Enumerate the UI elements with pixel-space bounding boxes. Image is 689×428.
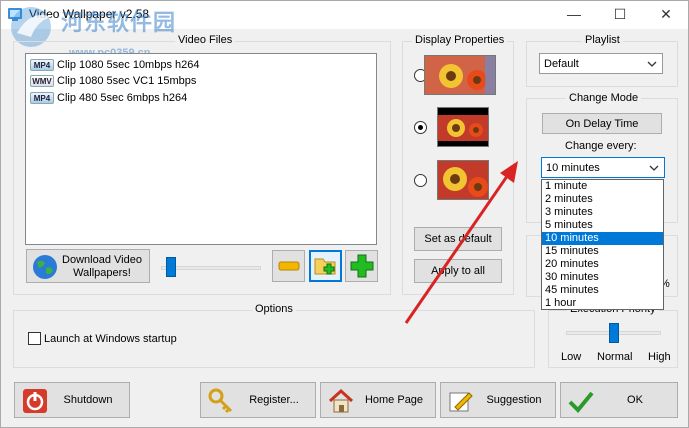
playlist-select[interactable]: Default — [539, 53, 663, 74]
dropdown-option[interactable]: 3 minutes — [542, 206, 663, 219]
change-every-value: 10 minutes — [546, 161, 600, 174]
video-file-list[interactable]: MP4 Clip 1080 5sec 10mbps h264 WMV Clip … — [25, 53, 377, 245]
dropdown-option[interactable]: 45 minutes — [542, 284, 663, 297]
dropdown-option[interactable]: 2 minutes — [542, 193, 663, 206]
suggestion-button[interactable]: Suggestion — [440, 382, 556, 418]
ok-button[interactable]: OK — [560, 382, 678, 418]
remove-file-button[interactable] — [272, 250, 305, 282]
file-name: Clip 1080 5sec VC1 15mbps — [57, 75, 197, 87]
close-button[interactable]: ✕ — [643, 1, 689, 29]
display-fit-thumbnail[interactable] — [437, 107, 489, 147]
key-icon — [208, 388, 233, 414]
list-item[interactable]: MP4 Clip 480 5sec 6mbps h264 — [30, 90, 187, 106]
annotation-arrow-icon — [404, 161, 518, 324]
change-mode-title: Change Mode — [566, 92, 642, 104]
dropdown-option[interactable]: 5 minutes — [542, 219, 663, 232]
chevron-down-icon — [649, 165, 659, 171]
dropdown-option[interactable]: 10 minutes — [542, 232, 663, 245]
list-item[interactable]: MP4 Clip 1080 5sec 10mbps h264 — [30, 57, 199, 73]
display-stretch-thumbnail[interactable] — [424, 55, 496, 95]
chevron-down-icon — [647, 61, 657, 67]
shutdown-button[interactable]: Shutdown — [14, 382, 130, 418]
ok-label: OK — [627, 394, 643, 406]
maximize-button[interactable]: ☐ — [597, 1, 643, 29]
dropdown-option[interactable]: 20 minutes — [542, 258, 663, 271]
add-file-button[interactable] — [345, 250, 378, 282]
video-files-title: Video Files — [175, 34, 236, 46]
minimize-button[interactable]: — — [551, 1, 597, 29]
on-delay-time-button[interactable]: On Delay Time — [542, 113, 662, 134]
dropdown-option[interactable]: 1 minute — [542, 180, 663, 193]
plus-icon — [350, 254, 373, 278]
list-item[interactable]: WMV Clip 1080 5sec VC1 15mbps — [30, 73, 196, 89]
home-icon — [328, 388, 354, 413]
checkmark-icon — [568, 391, 594, 413]
display-mode-radio-2[interactable] — [414, 121, 427, 134]
add-folder-button[interactable] — [309, 250, 342, 282]
volume-slider-thumb[interactable] — [166, 257, 176, 277]
flower-image-icon — [425, 56, 495, 94]
home-page-label: Home Page — [364, 394, 424, 406]
volume-slider-track[interactable] — [161, 266, 261, 270]
change-every-select[interactable]: 10 minutes — [541, 157, 665, 178]
download-wallpapers-button[interactable]: Download Video Wallpapers! — [26, 249, 150, 283]
change-every-label: Change every: — [565, 140, 637, 152]
options-title: Options — [252, 303, 296, 315]
suggestion-label: Suggestion — [486, 394, 542, 406]
shutdown-label: Shutdown — [63, 394, 113, 406]
file-name: Clip 480 5sec 6mbps h264 — [57, 92, 188, 104]
register-label: Register... — [249, 394, 299, 406]
home-page-button[interactable]: Home Page — [320, 382, 436, 418]
priority-high-label: High — [648, 351, 671, 363]
priority-slider-thumb[interactable] — [608, 323, 619, 343]
priority-normal-label: Normal — [597, 351, 633, 363]
launch-at-startup-label: Launch at Windows startup — [44, 333, 177, 345]
mp4-file-icon: MP4 — [30, 92, 54, 104]
file-name: Clip 1080 5sec 10mbps h264 — [57, 59, 200, 71]
power-icon — [23, 389, 47, 413]
register-button[interactable]: Register... — [200, 382, 316, 418]
wmv-file-icon: WMV — [30, 75, 54, 87]
folder-plus-icon — [314, 258, 335, 275]
minus-icon — [278, 261, 299, 271]
download-button-label: Download Video Wallpapers! — [62, 254, 142, 279]
mp4-file-icon: MP4 — [30, 59, 54, 71]
dropdown-option[interactable]: 1 hour — [542, 297, 663, 310]
display-properties-title: Display Properties — [412, 34, 508, 46]
change-every-dropdown-list[interactable]: 1 minute 2 minutes 3 minutes 5 minutes 10 mi… — [541, 179, 664, 310]
dropdown-option[interactable]: 30 minutes — [542, 271, 663, 284]
app-window: Video Wallpaper v2.58 — ☐ ✕ 河东软件园 www.pc… — [0, 0, 689, 428]
watermark-text: 河东软件园 — [61, 10, 177, 35]
flower-image-icon — [438, 108, 488, 146]
launch-at-startup-checkbox[interactable] — [28, 332, 41, 345]
globe-icon — [33, 255, 57, 279]
playlist-title: Playlist — [582, 34, 623, 46]
priority-low-label: Low — [561, 351, 582, 363]
edit-note-icon — [449, 392, 473, 412]
playlist-value: Default — [544, 57, 579, 70]
dropdown-option[interactable]: 15 minutes — [542, 245, 663, 258]
